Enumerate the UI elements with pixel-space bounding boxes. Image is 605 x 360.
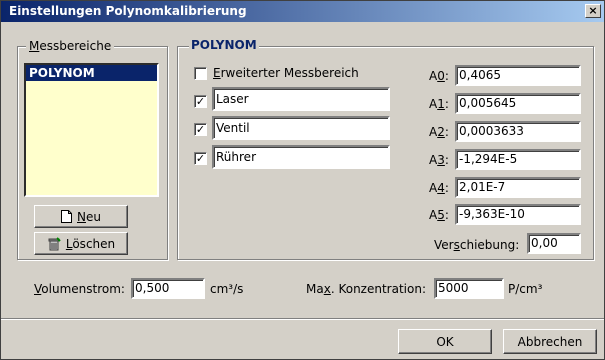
- window-title: Einstellungen Polynomkalibrierung: [9, 4, 247, 18]
- flow-unit: cm³/s: [210, 282, 244, 296]
- a5-label: A5:: [429, 208, 449, 222]
- new-button[interactable]: Neu: [34, 205, 128, 228]
- shift-field[interactable]: 0,00: [527, 233, 581, 254]
- delete-button-label: Löschen: [65, 236, 116, 251]
- ok-button[interactable]: OK: [398, 329, 492, 354]
- ventil-field[interactable]: Ventil: [212, 116, 390, 140]
- title-bar: Einstellungen Polynomkalibrierung ×: [1, 1, 604, 22]
- a2-label: A2:: [429, 125, 449, 139]
- ventil-checkbox[interactable]: ✓: [194, 123, 207, 136]
- max-conc-field[interactable]: 5000: [434, 278, 504, 299]
- footer-separator: [1, 318, 604, 320]
- dialog-window: Einstellungen Polynomkalibrierung × Mess…: [0, 0, 605, 360]
- polynom-legend: POLYNOM: [189, 38, 259, 52]
- a0-label: A0:: [429, 69, 449, 83]
- extended-range-checkbox[interactable]: [194, 67, 207, 80]
- flow-label: Volumenstrom:: [34, 282, 125, 296]
- laser-field[interactable]: Laser: [212, 87, 390, 111]
- new-document-icon: [61, 210, 72, 223]
- flow-field[interactable]: 0,500: [131, 278, 205, 299]
- ruehrer-field[interactable]: Rührer: [212, 145, 390, 169]
- close-button[interactable]: ×: [585, 4, 601, 18]
- messbereiche-listbox[interactable]: POLYNOM: [24, 63, 159, 197]
- a3-field[interactable]: -1,294E-5: [455, 149, 581, 170]
- shift-label: Verschiebung:: [434, 238, 520, 252]
- max-conc-label: Max. Konzentration:: [306, 282, 426, 296]
- trash-icon: [48, 236, 61, 250]
- close-icon: ×: [588, 4, 598, 17]
- extended-range-label: Erweiterter Messbereich: [213, 66, 359, 80]
- a1-label: A1:: [429, 97, 449, 111]
- ruehrer-checkbox[interactable]: ✓: [194, 152, 207, 165]
- max-conc-unit: P/cm³: [508, 282, 543, 296]
- a0-field[interactable]: 0,4065: [455, 65, 581, 86]
- cancel-button[interactable]: Abbrechen: [503, 329, 597, 354]
- a4-label: A4:: [429, 181, 449, 195]
- laser-checkbox[interactable]: ✓: [194, 95, 207, 108]
- a4-field[interactable]: 2,01E-7: [455, 177, 581, 198]
- a1-field[interactable]: 0,005645: [455, 93, 581, 114]
- a5-field[interactable]: -9,363E-10: [455, 204, 581, 225]
- a3-label: A3:: [429, 153, 449, 167]
- a2-field[interactable]: 0,0003633: [455, 121, 581, 142]
- list-item[interactable]: POLYNOM: [26, 65, 157, 81]
- new-button-label: Neu: [77, 209, 101, 224]
- messbereiche-legend: Messbereiche: [26, 39, 115, 53]
- delete-button[interactable]: Löschen: [34, 232, 128, 255]
